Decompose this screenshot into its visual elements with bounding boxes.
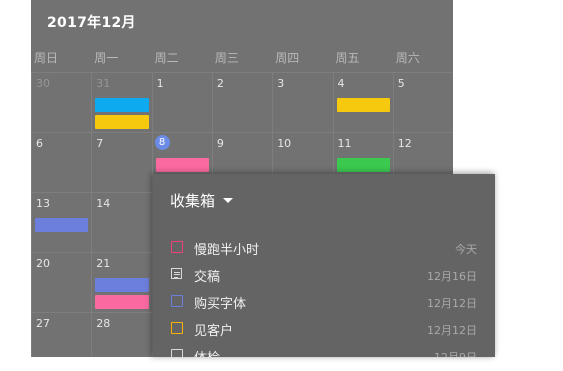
day-cell[interactable]: 30: [31, 72, 93, 132]
weekday-label: 周一: [94, 51, 119, 65]
date-number: 6: [36, 137, 43, 150]
date-number: 10: [277, 137, 292, 150]
caret-down-icon: [223, 198, 234, 203]
day-cell[interactable]: 1: [151, 72, 213, 132]
inbox-item-date: 今天: [455, 243, 477, 256]
day-cell[interactable]: 2: [211, 72, 274, 132]
day-cell[interactable]: 28: [91, 312, 153, 357]
day-cell[interactable]: 7: [91, 132, 153, 192]
event-bar[interactable]: [336, 98, 390, 112]
inbox-panel: 收集箱 慢跑半小时今天交稿12月16日购买字体12月12日见客户12月12日体检…: [153, 174, 495, 357]
date-number: 13: [36, 197, 50, 210]
checkbox-icon[interactable]: [171, 295, 183, 307]
date-number: 31: [96, 77, 111, 90]
weekday-header: 周日 周一 周二 周三 周四 周五 周六: [31, 49, 453, 71]
day-cell[interactable]: 20: [31, 252, 93, 312]
day-cell[interactable]: 4: [332, 72, 394, 132]
day-cell[interactable]: 31: [91, 72, 153, 132]
date-number: 27: [36, 317, 50, 330]
note-icon: [171, 268, 182, 279]
date-number: 1: [156, 77, 164, 90]
inbox-item[interactable]: 体检 12月9日: [153, 342, 495, 357]
inbox-item-label: 见客户: [194, 324, 234, 339]
date-number: 5: [397, 77, 405, 90]
event-bar[interactable]: [95, 98, 149, 112]
date-number: 9: [216, 137, 224, 150]
event-bar[interactable]: [155, 158, 209, 172]
weekday-label: 周日: [34, 51, 59, 65]
day-cell[interactable]: 27: [31, 312, 93, 357]
date-number: 12: [397, 137, 412, 150]
date-number: 7: [96, 137, 104, 150]
inbox-dropdown[interactable]: 收集箱: [170, 190, 234, 211]
calendar-title[interactable]: 2017年12月: [47, 12, 136, 32]
day-cell[interactable]: 6: [31, 132, 93, 192]
day-cell[interactable]: 13: [31, 192, 93, 252]
day-cell[interactable]: 5: [392, 72, 453, 132]
inbox-item[interactable]: 购买字体 12月12日: [153, 288, 495, 315]
inbox-item-label: 交稿: [194, 270, 221, 285]
inbox-item-date: 12月16日: [427, 270, 477, 283]
event-bar[interactable]: [336, 158, 390, 172]
date-number: 21: [96, 257, 111, 270]
inbox-item-label: 体检: [194, 347, 220, 357]
inbox-item-label: 购买字体: [194, 297, 247, 312]
day-cell[interactable]: 14: [91, 192, 153, 252]
inbox-item[interactable]: 交稿 12月16日: [153, 261, 495, 288]
checkbox-icon[interactable]: [171, 241, 183, 253]
inbox-item[interactable]: 慢跑半小时 今天: [153, 234, 495, 261]
weekday-label: 周五: [335, 51, 360, 65]
weekday-label: 周四: [275, 51, 300, 65]
inbox-item-date: 12月12日: [427, 297, 477, 310]
inbox-item-date: 12月12日: [427, 324, 477, 337]
day-cell[interactable]: 3: [272, 72, 334, 132]
inbox-item[interactable]: 见客户 12月12日: [153, 315, 495, 342]
checkbox-icon[interactable]: [171, 322, 183, 334]
weekday-label: 周六: [395, 51, 420, 65]
today-date-number: 8: [154, 135, 170, 150]
date-number: 28: [96, 317, 111, 330]
event-bar[interactable]: [95, 278, 149, 292]
event-bar[interactable]: [35, 218, 89, 232]
date-number: 30: [36, 77, 50, 90]
checkbox-icon[interactable]: [171, 349, 183, 357]
date-number: 14: [96, 197, 111, 210]
date-number: 4: [337, 77, 345, 90]
inbox-item-label: 慢跑半小时: [194, 243, 260, 258]
date-number: 3: [277, 77, 285, 90]
date-number: 11: [337, 137, 352, 150]
weekday-label: 周二: [154, 51, 179, 65]
date-number: 20: [36, 257, 50, 270]
weekday-label: 周三: [214, 51, 239, 65]
event-bar[interactable]: [95, 115, 149, 129]
stage: 2017年12月 周日 周一 周二 周三 周四 周五 周六 30 31 1 2 3 4 5 6 7 8 9 10 1…: [0, 0, 563, 371]
day-cell[interactable]: 21: [91, 252, 153, 312]
inbox-title: 收集箱: [170, 192, 216, 210]
inbox-item-date: 12月9日: [434, 349, 477, 357]
date-number: 2: [216, 77, 224, 90]
event-bar[interactable]: [95, 295, 149, 309]
